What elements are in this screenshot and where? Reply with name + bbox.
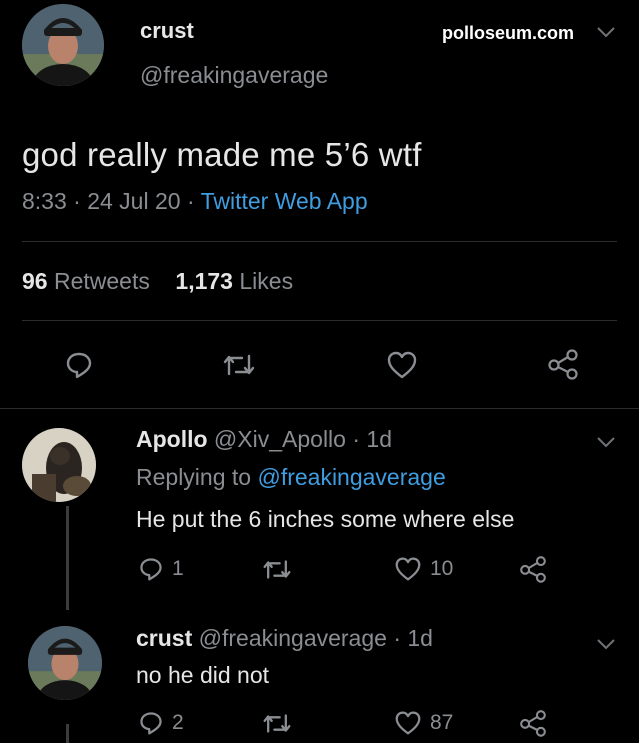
chevron-down-icon[interactable] — [596, 432, 616, 453]
reply-author-name[interactable]: Apollo — [136, 426, 208, 452]
retweets-stat[interactable]: 96 Retweets — [22, 268, 150, 294]
share-button[interactable] — [518, 709, 548, 737]
retweets-count: 96 — [22, 268, 48, 294]
retweet-icon — [262, 558, 292, 581]
reply-author-handle[interactable]: @freakingaverage · 1d — [192, 625, 433, 651]
replying-to-link[interactable]: @freakingaverage — [257, 464, 445, 490]
divider — [0, 408, 639, 409]
thread-line — [66, 724, 69, 743]
replying-to: Replying to @freakingaverage — [136, 464, 446, 491]
share-button[interactable] — [546, 348, 580, 380]
retweet-button[interactable] — [262, 558, 300, 581]
reply-button[interactable]: 1 — [138, 556, 184, 582]
like-count: 87 — [430, 711, 454, 734]
replying-to-prefix: Replying to — [136, 464, 258, 490]
like-button[interactable]: 10 — [394, 556, 453, 582]
display-name[interactable]: crust — [140, 18, 194, 44]
avatar[interactable] — [28, 626, 102, 700]
reply-author-handle[interactable]: @Xiv_Apollo · 1d — [208, 426, 392, 452]
divider — [22, 241, 617, 242]
retweet-button[interactable] — [262, 712, 300, 735]
reply-count: 2 — [172, 711, 184, 734]
tweet-timestamp: 8:33 · 24 Jul 20 · — [22, 188, 201, 214]
chevron-down-icon[interactable] — [596, 22, 616, 43]
heart-icon — [394, 710, 422, 736]
tweet-meta: 8:33 · 24 Jul 20 · Twitter Web App — [22, 188, 368, 215]
like-button[interactable] — [386, 350, 418, 380]
share-icon — [546, 348, 580, 380]
avatar[interactable] — [22, 428, 96, 502]
watermark: polloseum.com — [442, 23, 575, 43]
avatar[interactable] — [22, 4, 104, 86]
retweets-label: Retweets — [47, 268, 150, 294]
reply-count: 1 — [172, 557, 184, 580]
thread-line — [66, 506, 69, 610]
like-button[interactable]: 87 — [394, 710, 453, 736]
share-button[interactable] — [518, 555, 548, 583]
divider — [22, 320, 617, 321]
source-app-link[interactable]: Twitter Web App — [201, 188, 368, 214]
likes-label: Likes — [232, 268, 294, 294]
reply-text: He put the 6 inches some where else — [136, 506, 515, 532]
heart-icon — [386, 350, 418, 380]
reply-button[interactable]: 2 — [138, 710, 184, 736]
reply-header: Apollo @Xiv_Apollo · 1d — [136, 426, 392, 453]
chevron-down-icon[interactable] — [596, 634, 616, 655]
reply-button[interactable] — [64, 350, 94, 380]
likes-stat[interactable]: 1,173 Likes — [175, 268, 293, 294]
tweet-text: god really made me 5’6 wtf — [22, 136, 422, 173]
reply-icon — [138, 556, 164, 582]
tweet-stats: 96 Retweets 1,173 Likes — [22, 268, 293, 295]
reply-icon — [138, 710, 164, 736]
retweet-icon — [222, 352, 256, 378]
likes-count: 1,173 — [175, 268, 233, 294]
share-icon — [518, 555, 548, 583]
reply-text: no he did not — [136, 662, 270, 688]
user-handle[interactable]: @freakingaverage — [140, 62, 328, 89]
heart-icon — [394, 556, 422, 582]
retweet-icon — [262, 712, 292, 735]
like-count: 10 — [430, 557, 454, 580]
retweet-button[interactable] — [222, 352, 256, 378]
reply-author-name[interactable]: crust — [136, 625, 192, 651]
reply-header: crust @freakingaverage · 1d — [136, 625, 433, 652]
reply-icon — [64, 350, 94, 380]
share-icon — [518, 709, 548, 737]
